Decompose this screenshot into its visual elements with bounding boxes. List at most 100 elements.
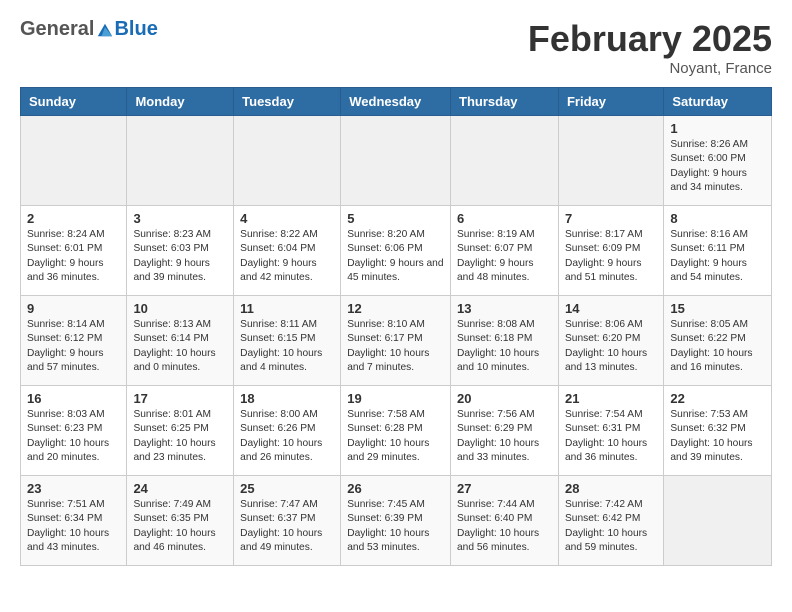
calendar-cell: 4 Sunrise: 8:22 AM Sunset: 6:04 PM Daylig… [234,206,341,296]
calendar-cell [558,116,663,206]
day-number: 13 [457,301,552,316]
calendar-cell: 23 Sunrise: 7:51 AM Sunset: 6:34 PM Dayli… [21,476,127,566]
day-info: Sunrise: 7:58 AM Sunset: 6:28 PM Dayligh… [347,408,444,465]
calendar-week-row: 1 Sunrise: 8:26 AM Sunset: 6:00 PM Daylig… [21,116,772,206]
day-number: 16 [27,391,120,406]
page: General Blue February 2025 Noyant, Franc… [0,0,792,584]
calendar-cell: 26 Sunrise: 7:45 AM Sunset: 6:39 PM Dayli… [341,476,451,566]
calendar-cell: 15 Sunrise: 8:05 AM Sunset: 6:22 PM Dayli… [664,296,772,386]
calendar-cell: 21Sunrise: 7:54 AM Sunset: 6:31 PM Dayli… [558,386,663,476]
day-info: Sunrise: 8:20 AM Sunset: 6:06 PM Dayligh… [347,228,444,285]
day-info: Sunrise: 7:47 AM Sunset: 6:37 PM Dayligh… [240,498,334,555]
day-info: Sunrise: 7:45 AM Sunset: 6:39 PM Dayligh… [347,498,444,555]
calendar-cell: 7 Sunrise: 8:17 AM Sunset: 6:09 PM Daylig… [558,206,663,296]
logo-icon [96,21,114,39]
day-info: Sunrise: 8:11 AM Sunset: 6:15 PM Dayligh… [240,318,334,375]
day-info: Sunrise: 8:03 AM Sunset: 6:23 PM Dayligh… [27,408,120,465]
title-block: February 2025 Noyant, France [528,18,772,77]
calendar-cell: 10Sunrise: 8:13 AM Sunset: 6:14 PM Dayli… [127,296,234,386]
day-number: 9 [27,301,120,316]
calendar-cell [127,116,234,206]
day-info: Sunrise: 8:22 AM Sunset: 6:04 PM Dayligh… [240,228,334,285]
calendar-cell: 16 Sunrise: 8:03 AM Sunset: 6:23 PM Dayli… [21,386,127,476]
day-number: 26 [347,481,444,496]
calendar-header-tuesday: Tuesday [234,88,341,116]
calendar-cell: 25 Sunrise: 7:47 AM Sunset: 6:37 PM Dayli… [234,476,341,566]
day-number: 23 [27,481,120,496]
calendar-header-sunday: Sunday [21,88,127,116]
logo-text: General Blue [20,18,158,41]
location: Noyant, France [528,60,772,77]
day-number: 8 [670,211,765,226]
calendar-week-row: 9 Sunrise: 8:14 AM Sunset: 6:12 PM Daylig… [21,296,772,386]
day-number: 3 [133,211,227,226]
day-info: Sunrise: 7:53 AM Sunset: 6:32 PM Dayligh… [670,408,765,465]
day-number: 20 [457,391,552,406]
calendar-header-monday: Monday [127,88,234,116]
day-info: Sunrise: 8:23 AM Sunset: 6:03 PM Dayligh… [133,228,227,285]
calendar-cell: 9 Sunrise: 8:14 AM Sunset: 6:12 PM Daylig… [21,296,127,386]
day-info: Sunrise: 8:26 AM Sunset: 6:00 PM Dayligh… [670,138,765,195]
day-info: Sunrise: 8:08 AM Sunset: 6:18 PM Dayligh… [457,318,552,375]
calendar-week-row: 23 Sunrise: 7:51 AM Sunset: 6:34 PM Dayli… [21,476,772,566]
day-number: 15 [670,301,765,316]
day-number: 10 [133,301,227,316]
day-info: Sunrise: 8:05 AM Sunset: 6:22 PM Dayligh… [670,318,765,375]
day-info: Sunrise: 8:19 AM Sunset: 6:07 PM Dayligh… [457,228,552,285]
day-number: 21 [565,391,657,406]
calendar-cell [341,116,451,206]
day-number: 1 [670,121,765,136]
day-number: 2 [27,211,120,226]
day-info: Sunrise: 8:17 AM Sunset: 6:09 PM Dayligh… [565,228,657,285]
calendar-cell [451,116,559,206]
day-info: Sunrise: 8:06 AM Sunset: 6:20 PM Dayligh… [565,318,657,375]
calendar-table: SundayMondayTuesdayWednesdayThursdayFrid… [20,87,772,566]
day-number: 7 [565,211,657,226]
day-number: 4 [240,211,334,226]
calendar-cell: 17 Sunrise: 8:01 AM Sunset: 6:25 PM Dayli… [127,386,234,476]
day-number: 11 [240,301,334,316]
calendar-cell: 27Sunrise: 7:44 AM Sunset: 6:40 PM Dayli… [451,476,559,566]
calendar-header-saturday: Saturday [664,88,772,116]
calendar-cell [664,476,772,566]
calendar-cell: 14 Sunrise: 8:06 AM Sunset: 6:20 PM Dayli… [558,296,663,386]
calendar-cell: 1 Sunrise: 8:26 AM Sunset: 6:00 PM Daylig… [664,116,772,206]
calendar-cell: 5 Sunrise: 8:20 AM Sunset: 6:06 PM Daylig… [341,206,451,296]
day-number: 12 [347,301,444,316]
day-number: 14 [565,301,657,316]
day-number: 6 [457,211,552,226]
day-info: Sunrise: 7:42 AM Sunset: 6:42 PM Dayligh… [565,498,657,555]
calendar-week-row: 2Sunrise: 8:24 AM Sunset: 6:01 PM Daylig… [21,206,772,296]
calendar-header-row: SundayMondayTuesdayWednesdayThursdayFrid… [21,88,772,116]
day-info: Sunrise: 8:16 AM Sunset: 6:11 PM Dayligh… [670,228,765,285]
calendar-week-row: 16 Sunrise: 8:03 AM Sunset: 6:23 PM Dayli… [21,386,772,476]
calendar-cell: 24 Sunrise: 7:49 AM Sunset: 6:35 PM Dayli… [127,476,234,566]
day-info: Sunrise: 8:14 AM Sunset: 6:12 PM Dayligh… [27,318,120,375]
day-info: Sunrise: 7:56 AM Sunset: 6:29 PM Dayligh… [457,408,552,465]
day-info: Sunrise: 7:49 AM Sunset: 6:35 PM Dayligh… [133,498,227,555]
calendar-header-wednesday: Wednesday [341,88,451,116]
calendar-cell: 18Sunrise: 8:00 AM Sunset: 6:26 PM Dayli… [234,386,341,476]
day-number: 17 [133,391,227,406]
calendar-cell: 8 Sunrise: 8:16 AM Sunset: 6:11 PM Daylig… [664,206,772,296]
day-number: 18 [240,391,334,406]
day-number: 27 [457,481,552,496]
calendar-header-friday: Friday [558,88,663,116]
calendar-cell [234,116,341,206]
day-number: 24 [133,481,227,496]
day-info: Sunrise: 7:51 AM Sunset: 6:34 PM Dayligh… [27,498,120,555]
day-info: Sunrise: 8:01 AM Sunset: 6:25 PM Dayligh… [133,408,227,465]
calendar-cell: 2Sunrise: 8:24 AM Sunset: 6:01 PM Daylig… [21,206,127,296]
calendar-cell: 20 Sunrise: 7:56 AM Sunset: 6:29 PM Dayli… [451,386,559,476]
calendar-cell: 11 Sunrise: 8:11 AM Sunset: 6:15 PM Dayli… [234,296,341,386]
day-number: 19 [347,391,444,406]
calendar-cell: 12 Sunrise: 8:10 AM Sunset: 6:17 PM Dayli… [341,296,451,386]
day-number: 5 [347,211,444,226]
day-number: 28 [565,481,657,496]
header: General Blue February 2025 Noyant, Franc… [20,18,772,77]
calendar-cell [21,116,127,206]
day-number: 25 [240,481,334,496]
day-info: Sunrise: 8:10 AM Sunset: 6:17 PM Dayligh… [347,318,444,375]
day-number: 22 [670,391,765,406]
logo-general: General [20,18,94,41]
